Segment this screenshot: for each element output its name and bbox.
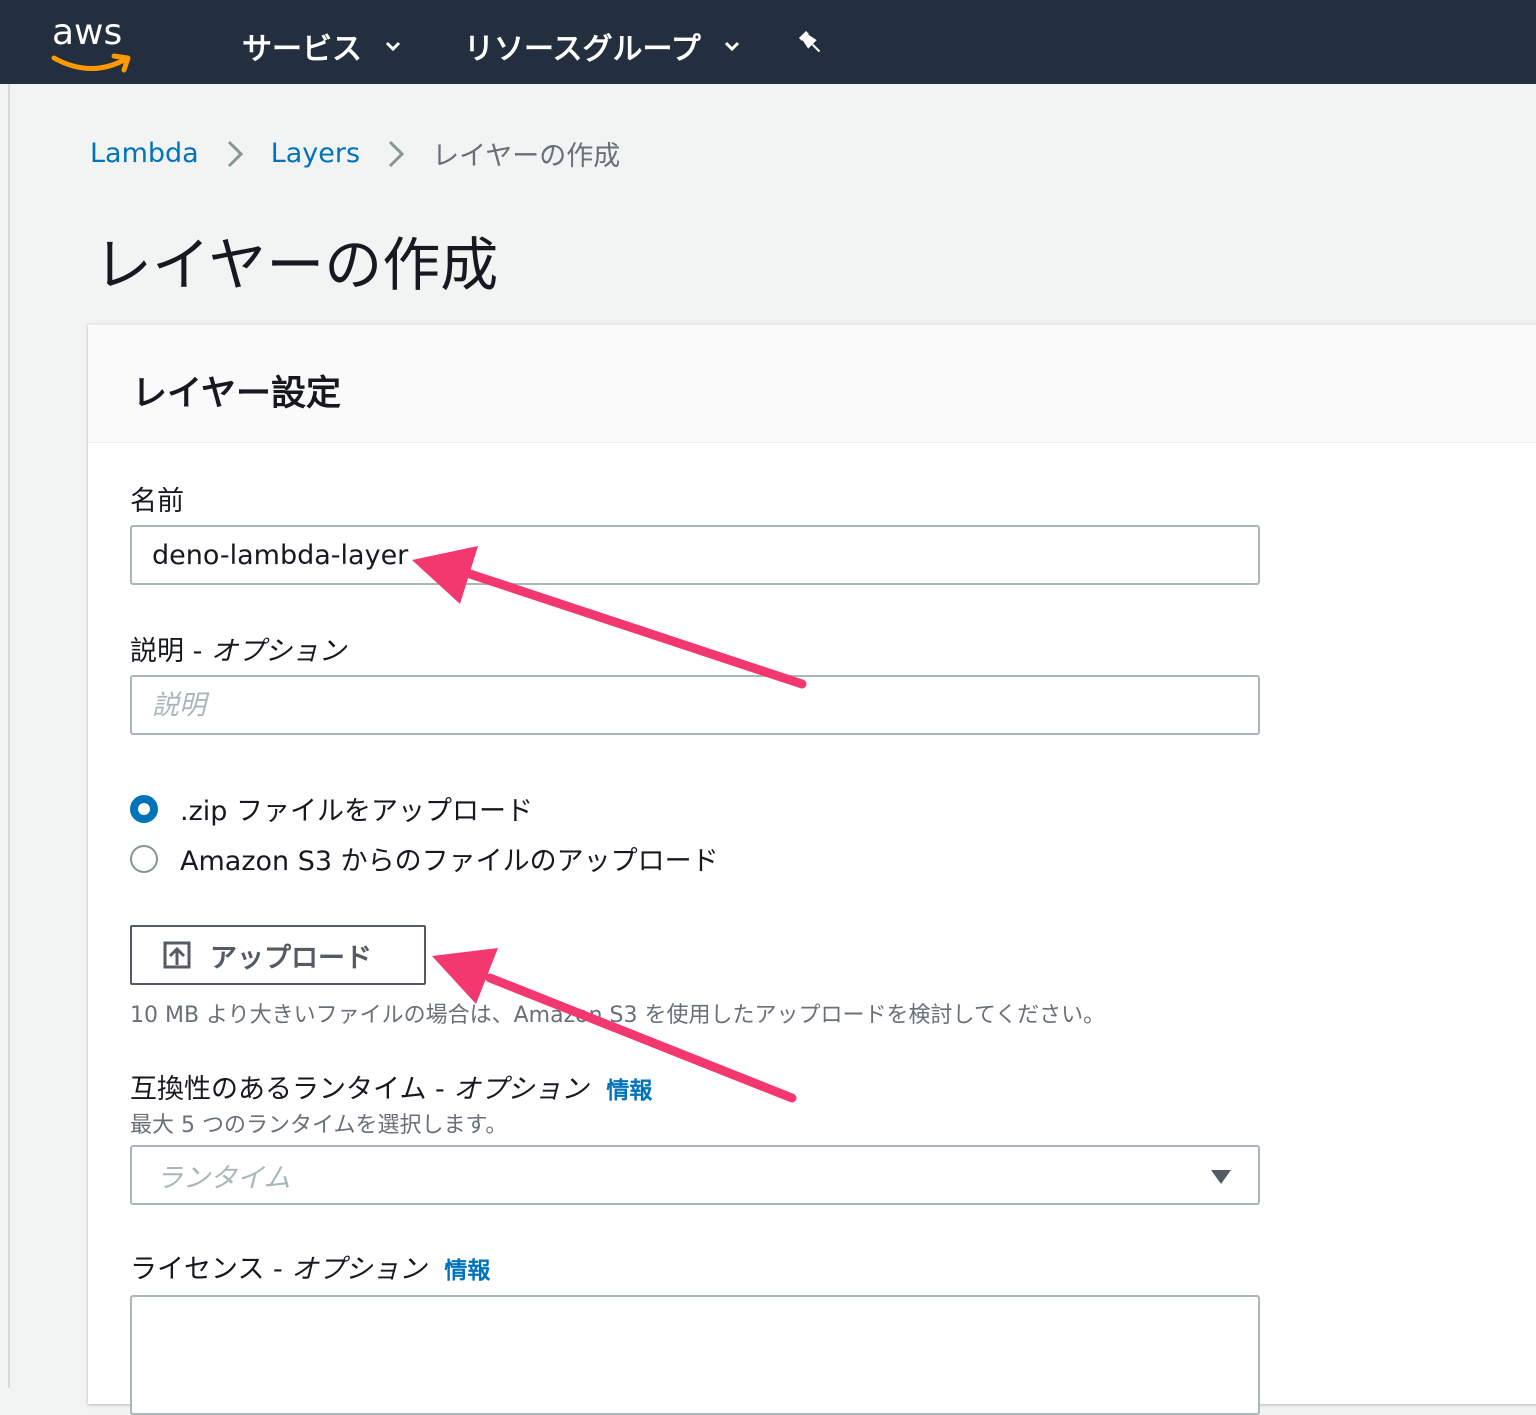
radio-upload-s3-label: Amazon S3 からのファイルのアップロード	[180, 846, 719, 877]
radio-upload-zip[interactable]: .zip ファイルをアップロード	[130, 789, 533, 828]
pin-icon[interactable]	[796, 28, 826, 58]
aws-smile-icon	[51, 53, 131, 73]
radio-upload-s3[interactable]: Amazon S3 からのファイルのアップロード	[130, 839, 719, 878]
breadcrumb-current: レイヤーの作成	[432, 141, 621, 172]
panel-header: レイヤー設定	[88, 325, 1536, 443]
description-input[interactable]	[130, 675, 1260, 735]
radio-upload-zip-label: .zip ファイルをアップロード	[180, 796, 533, 827]
top-navigation-bar: aws サービス リソースグループ	[0, 0, 1536, 84]
breadcrumb-link-lambda[interactable]: Lambda	[90, 138, 199, 169]
license-label-text: ライセンス -	[130, 1254, 292, 1285]
resource-groups-menu[interactable]: リソースグループ	[464, 24, 741, 68]
caret-down-icon	[1211, 1170, 1231, 1184]
aws-logo-text: aws	[52, 12, 123, 53]
panel-title: レイヤー設定	[132, 374, 341, 414]
runtimes-hint: 最大 5 つのランタイムを選択します。	[130, 1113, 508, 1138]
radio-unselected[interactable]	[130, 844, 158, 873]
license-field-label: ライセンス - オプション 情報	[130, 1247, 490, 1286]
breadcrumb: Lambda Layers レイヤーの作成	[90, 134, 620, 173]
upload-icon	[163, 941, 191, 969]
description-label-text: 説明 -	[130, 636, 211, 667]
side-navigation-rail[interactable]	[0, 84, 10, 1388]
chevron-down-icon	[385, 41, 401, 52]
page-title: レイヤーの作成	[94, 231, 499, 299]
chevron-right-icon	[227, 140, 243, 167]
runtimes-select[interactable]: ランタイム	[130, 1145, 1260, 1205]
optional-label: オプション	[453, 1074, 589, 1105]
upload-button-label: アップロード	[210, 942, 372, 974]
name-field-label: 名前	[130, 486, 184, 517]
aws-logo[interactable]: aws	[48, 12, 138, 73]
description-field-label: 説明 - オプション	[130, 629, 346, 668]
runtimes-select-placeholder: ランタイム	[156, 1162, 291, 1194]
runtimes-info-link[interactable]: 情報	[606, 1078, 652, 1104]
runtimes-label-text: 互換性のあるランタイム -	[130, 1074, 454, 1105]
optional-label: オプション	[291, 1254, 427, 1285]
layer-settings-panel: レイヤー設定 名前 説明 - オプション .zip ファイルをアップロード Am…	[88, 324, 1536, 1415]
runtimes-field-label: 互換性のあるランタイム - オプション 情報	[130, 1067, 652, 1106]
radio-selected[interactable]	[130, 794, 158, 823]
optional-label: オプション	[210, 636, 346, 667]
services-menu[interactable]: サービス	[242, 24, 402, 68]
chevron-right-icon	[389, 140, 405, 167]
services-menu-label: サービス	[242, 32, 362, 67]
upload-button[interactable]: アップロード	[130, 925, 426, 985]
chevron-down-icon	[724, 41, 739, 52]
license-info-link[interactable]: 情報	[444, 1258, 490, 1284]
breadcrumb-link-layers[interactable]: Layers	[271, 138, 360, 169]
upload-hint: 10 MB より大きいファイルの場合は、Amazon S3 を使用したアップロー…	[130, 1003, 1106, 1028]
name-input[interactable]	[130, 525, 1260, 585]
license-textarea[interactable]	[130, 1295, 1260, 1415]
resource-groups-menu-label: リソースグループ	[464, 32, 701, 67]
